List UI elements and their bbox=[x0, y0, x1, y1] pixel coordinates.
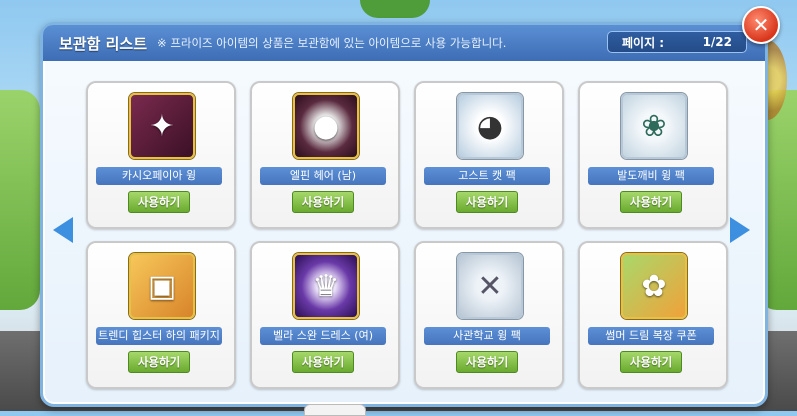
storage-list-panel: 보관함 리스트 ※ 프라이즈 아이템의 상품은 보관함에 있는 아이템으로 사용… bbox=[40, 22, 768, 407]
item-name: 고스트 캣 팩 bbox=[424, 167, 550, 185]
use-button[interactable]: 사용하기 bbox=[128, 191, 190, 213]
item-card: ❀ 발도깨비 윙 팩 사용하기 bbox=[578, 81, 728, 229]
use-button[interactable]: 사용하기 bbox=[620, 351, 682, 373]
item-name: 벨라 스완 드레스 (여) bbox=[260, 327, 386, 345]
bottom-tab bbox=[304, 404, 366, 416]
chevron-left-icon[interactable] bbox=[53, 217, 73, 243]
item-card: ✿ 썸머 드림 복장 쿠폰 사용하기 bbox=[578, 241, 728, 389]
dress-icon: ♛ bbox=[293, 253, 359, 319]
item-card: ✕ 사관학교 윙 팩 사용하기 bbox=[414, 241, 564, 389]
wing-pack-icon: ❀ bbox=[621, 93, 687, 159]
emblem-icon: ✕ bbox=[457, 253, 523, 319]
item-card: ♛ 벨라 스완 드레스 (여) 사용하기 bbox=[250, 241, 400, 389]
chevron-right-icon[interactable] bbox=[730, 217, 750, 243]
tree-decoration bbox=[360, 0, 430, 18]
item-name: 사관학교 윙 팩 bbox=[424, 327, 550, 345]
panel-title: 보관함 리스트 bbox=[59, 34, 148, 53]
package-icon: ▣ bbox=[129, 253, 195, 319]
panel-notice: ※ 프라이즈 아이템의 상품은 보관함에 있는 아이템으로 사용 가능합니다. bbox=[157, 36, 507, 50]
item-name: 카시오페이아 윙 bbox=[96, 167, 222, 185]
panel-header: 보관함 리스트 ※ 프라이즈 아이템의 상품은 보관함에 있는 아이템으로 사용… bbox=[43, 25, 765, 61]
use-button[interactable]: 사용하기 bbox=[456, 351, 518, 373]
page-label: 페이지 : bbox=[622, 35, 665, 50]
page-indicator: 페이지 : 1/22 bbox=[607, 31, 747, 53]
item-card: ● 엘핀 헤어 (남) 사용하기 bbox=[250, 81, 400, 229]
item-grid: ✦ 카시오페이아 윙 사용하기 ● 엘핀 헤어 (남) 사용하기 ◕ 고스트 캣… bbox=[86, 81, 728, 395]
item-name: 엘핀 헤어 (남) bbox=[260, 167, 386, 185]
item-card: ▣ 트렌디 힙스터 하의 패키지 사용하기 bbox=[86, 241, 236, 389]
use-button[interactable]: 사용하기 bbox=[620, 191, 682, 213]
item-card: ✦ 카시오페이아 윙 사용하기 bbox=[86, 81, 236, 229]
grass-left bbox=[0, 90, 40, 310]
use-button[interactable]: 사용하기 bbox=[456, 191, 518, 213]
use-button[interactable]: 사용하기 bbox=[128, 351, 190, 373]
coupon-icon: ✿ bbox=[621, 253, 687, 319]
use-button[interactable]: 사용하기 bbox=[292, 191, 354, 213]
page-value: 1/22 bbox=[702, 35, 732, 49]
cat-icon: ◕ bbox=[457, 93, 523, 159]
item-card: ◕ 고스트 캣 팩 사용하기 bbox=[414, 81, 564, 229]
item-name: 발도깨비 윙 팩 bbox=[588, 167, 714, 185]
item-name: 썸머 드림 복장 쿠폰 bbox=[588, 327, 714, 345]
item-name: 트렌디 힙스터 하의 패키지 bbox=[96, 327, 222, 345]
use-button[interactable]: 사용하기 bbox=[292, 351, 354, 373]
wing-icon: ✦ bbox=[129, 93, 195, 159]
hair-icon: ● bbox=[293, 93, 359, 159]
close-icon[interactable]: ✕ bbox=[742, 6, 780, 44]
